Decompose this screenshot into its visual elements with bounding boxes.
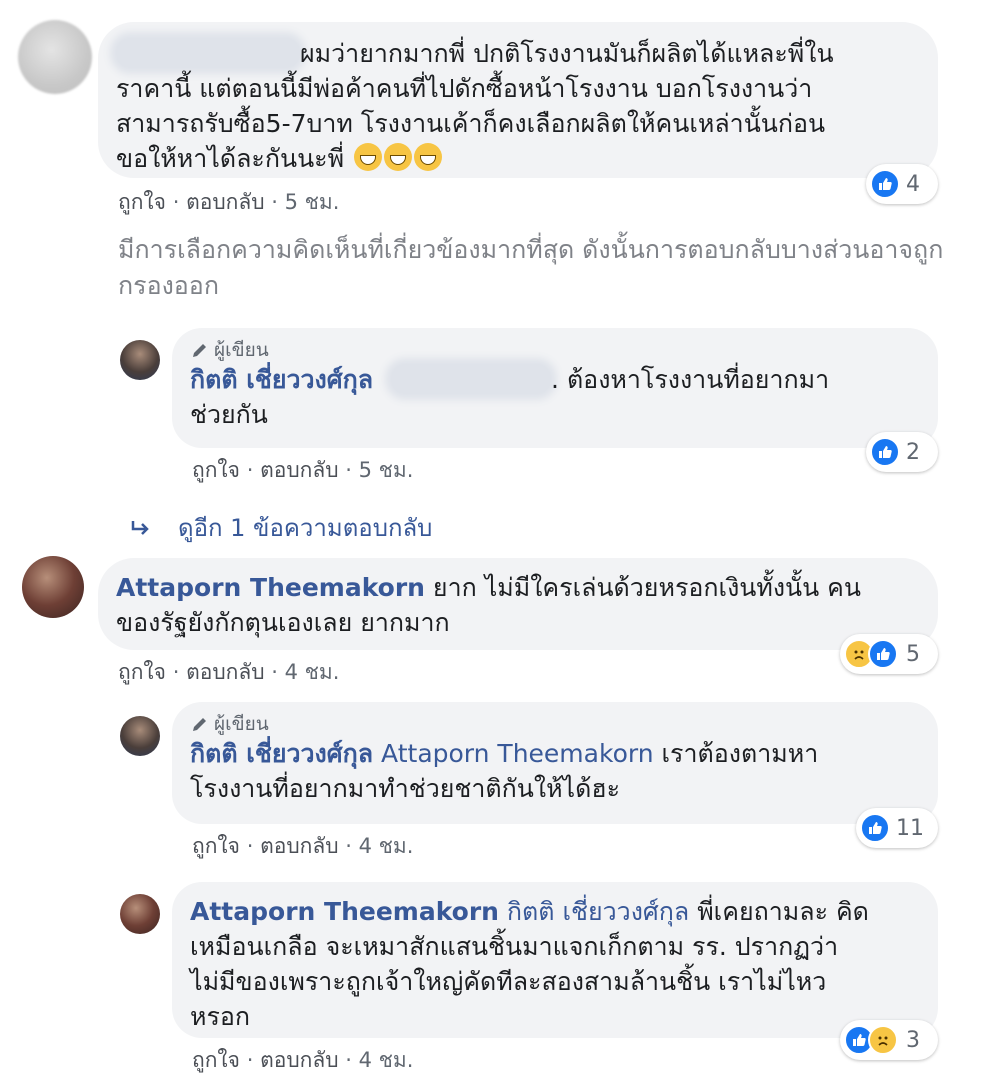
sad-reaction-icon: [868, 1025, 898, 1055]
separator: ·: [172, 660, 180, 684]
reply-link[interactable]: ตอบกลับ: [260, 1048, 339, 1072]
author-badge-label: ผู้เขียน: [214, 339, 269, 361]
commenter-name[interactable]: กิตติ เชี่ยววงศ์กุล: [190, 739, 373, 768]
reply-bubble: Attaporn Theemakorn กิตติ เชี่ยววงศ์กุล …: [172, 882, 938, 1038]
reaction-count[interactable]: 5: [840, 634, 938, 674]
timestamp[interactable]: 5 ชม.: [359, 458, 414, 482]
reaction-count-text: 2: [906, 439, 920, 465]
like-link[interactable]: ถูกใจ: [192, 458, 240, 482]
like-link[interactable]: ถูกใจ: [192, 834, 240, 858]
tagged-name[interactable]: Attaporn Theemakorn: [381, 739, 654, 768]
timestamp[interactable]: 4 ชม.: [359, 834, 414, 858]
comment-meta: ถูกใจ · ตอบกลับ · 4 ชม.: [192, 830, 413, 863]
avatar[interactable]: [120, 340, 160, 380]
comment-meta: ถูกใจ · ตอบกลับ · 5 ชม.: [118, 186, 339, 219]
separator: ·: [271, 660, 278, 684]
view-more-replies[interactable]: ดูอีก 1 ข้อความตอบกลับ: [130, 508, 432, 547]
like-link[interactable]: ถูกใจ: [118, 190, 166, 214]
view-more-label[interactable]: ดูอีก 1 ข้อความตอบกลับ: [178, 508, 432, 547]
author-badge: ผู้เขียน: [190, 338, 918, 362]
separator: ·: [246, 458, 254, 482]
like-reaction-icon: [860, 813, 890, 843]
separator: ·: [271, 190, 278, 214]
avatar[interactable]: [18, 20, 92, 94]
timestamp[interactable]: 4 ชม.: [359, 1048, 414, 1072]
blurred-name: [116, 38, 300, 68]
separator: ·: [172, 190, 180, 214]
reply-link[interactable]: ตอบกลับ: [186, 660, 265, 684]
avatar[interactable]: [120, 894, 160, 934]
commenter-name[interactable]: Attaporn Theemakorn: [116, 573, 425, 602]
comment-meta: ถูกใจ · ตอบกลับ · 5 ชม.: [192, 454, 413, 487]
grinning-emoji-icon: [384, 143, 413, 171]
like-reaction-icon: [868, 639, 898, 669]
separator: ·: [246, 834, 254, 858]
grinning-emoji-icon: [354, 143, 383, 171]
like-reaction-icon: [870, 437, 900, 467]
comment-bubble: Attaporn Theemakorn ยาก ไม่มีใครเล่นด้วย…: [98, 558, 938, 650]
reaction-count-text: 5: [906, 641, 920, 667]
reaction-count-text: 11: [896, 815, 924, 841]
reply-arrow-icon: [131, 520, 149, 535]
reaction-count-text: 4: [906, 171, 920, 197]
reply-link[interactable]: ตอบกลับ: [260, 834, 339, 858]
avatar[interactable]: [120, 716, 160, 756]
timestamp[interactable]: 4 ชม.: [285, 660, 340, 684]
filter-notice: มีการเลือกความคิดเห็นที่เกี่ยวข้องมากที่…: [118, 235, 944, 300]
reaction-count-text: 3: [906, 1027, 920, 1053]
reaction-count[interactable]: 11: [856, 808, 938, 848]
author-badge: ผู้เขียน: [190, 712, 918, 736]
comment-bubble: ผมว่ายากมากพี่ ปกติโรงงานมันก็ผลิตได้แหล…: [98, 22, 938, 178]
like-reaction-icon: [870, 169, 900, 199]
reply-link[interactable]: ตอบกลับ: [186, 190, 265, 214]
commenter-name[interactable]: Attaporn Theemakorn: [190, 897, 499, 926]
separator: ·: [345, 458, 352, 482]
reaction-count[interactable]: 2: [866, 432, 938, 472]
like-link[interactable]: ถูกใจ: [192, 1048, 240, 1072]
reply-bubble: ผู้เขียน กิตติ เชี่ยววงศ์กุล . ต้องหาโรง…: [172, 328, 938, 448]
comment-meta: ถูกใจ · ตอบกลับ · 4 ชม.: [192, 1044, 413, 1077]
author-badge-label: ผู้เขียน: [214, 713, 269, 735]
reaction-count[interactable]: 3: [840, 1020, 938, 1060]
commenter-name[interactable]: กิตติ เชี่ยววงศ์กุล: [190, 365, 373, 394]
tagged-name[interactable]: กิตติ เชี่ยววงศ์กุล: [507, 897, 689, 926]
reply-bubble: ผู้เขียน กิตติ เชี่ยววงศ์กุล Attaporn Th…: [172, 702, 938, 824]
reply-link[interactable]: ตอบกลับ: [260, 458, 339, 482]
pencil-icon: [193, 344, 206, 357]
separator: ·: [345, 1048, 352, 1072]
blurred-tag: [391, 364, 552, 394]
reaction-count[interactable]: 4: [866, 164, 938, 204]
comment-meta: ถูกใจ · ตอบกลับ · 4 ชม.: [118, 656, 339, 689]
grinning-emoji-icon: [414, 143, 443, 171]
timestamp[interactable]: 5 ชม.: [285, 190, 340, 214]
separator: ·: [345, 834, 352, 858]
pencil-icon: [193, 718, 206, 731]
separator: ·: [246, 1048, 254, 1072]
avatar[interactable]: [22, 556, 84, 618]
like-link[interactable]: ถูกใจ: [118, 660, 166, 684]
